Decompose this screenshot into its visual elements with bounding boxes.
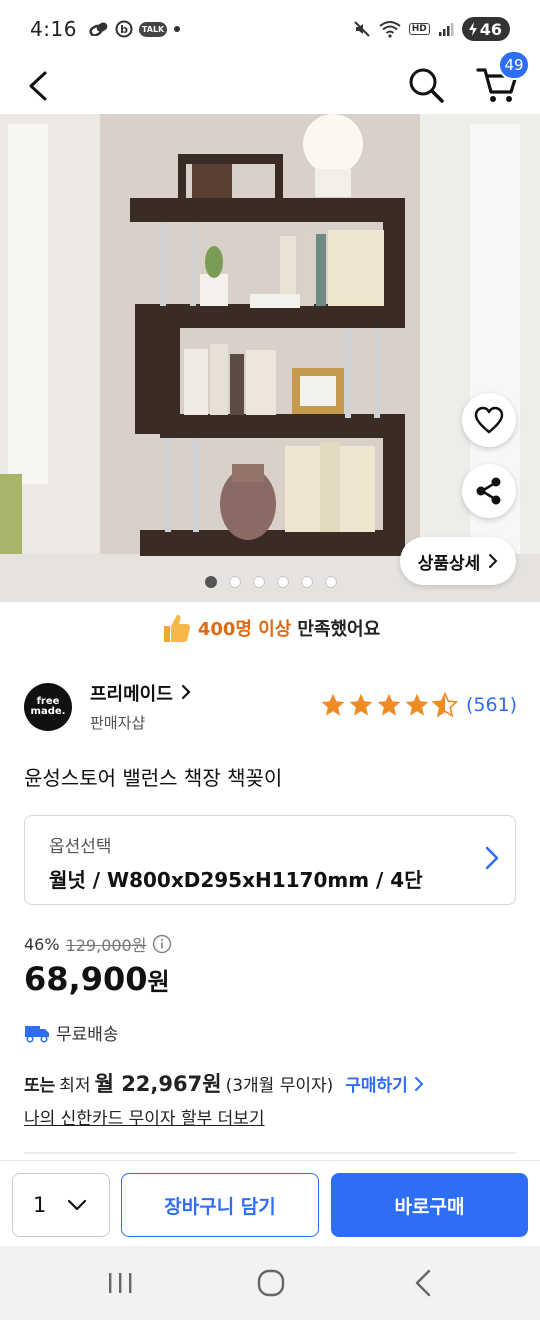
back-button[interactable] [18,64,58,108]
product-detail-label: 상품상세 [417,553,481,574]
back-arrow-icon [29,71,47,101]
heart-icon [474,406,504,434]
divider [24,1152,516,1154]
cart-count-badge: 49 [498,50,530,80]
star-icon [321,693,345,716]
system-back-button[interactable] [403,1268,443,1298]
original-price: 129,000원 [65,936,147,955]
recent-apps-button[interactable] [100,1268,140,1298]
shipping-info: 무료배송 [24,1020,119,1045]
svg-text:b: b [120,23,128,36]
rating-summary[interactable]: (561) [320,692,517,718]
installment-buy-link[interactable]: 구매하기 [345,1071,424,1096]
installment-buy-label: 구매하기 [345,1076,408,1096]
satisfaction-banner: 400명 이상 만족했어요 [0,606,540,650]
info-icon[interactable] [152,934,172,954]
b-app-icon: b [115,20,133,38]
option-value: 월넛 / W800xD295xH1170mm / 4단 [49,868,423,892]
quantity-select[interactable]: 1 [12,1173,110,1237]
seller-logo[interactable]: free made. [24,683,72,731]
pagination-dot[interactable] [229,576,241,588]
review-count[interactable]: (561) [466,694,517,716]
link-icon [89,22,109,36]
chevron-right-icon [489,554,498,568]
pagination-dot[interactable] [301,576,313,588]
recent-apps-icon [109,1273,132,1293]
sale-price: 68,900원 [24,960,170,998]
status-time: 4:16 [30,17,77,41]
seller-type: 판매자샵 [90,714,146,732]
pagination-dot[interactable] [325,576,337,588]
share-icon [476,477,501,505]
chevron-right-icon [414,1077,424,1091]
back-icon [415,1269,431,1297]
installment-monthly: 월 22,967원 [94,1072,222,1096]
option-label: 옵션선택 [49,837,112,857]
thumbs-up-icon [163,614,190,642]
star-icon [377,693,401,716]
chevron-right-icon [485,846,499,870]
search-button[interactable] [404,62,448,106]
discount-row: 46% 129,000원 [24,932,172,956]
wishlist-button[interactable] [462,393,516,447]
installment-or: 또는 [24,1076,56,1096]
product-title: 윤성스토어 밸런스 책장 책꽂이 [24,766,283,790]
star-icon [405,693,429,716]
home-button[interactable] [251,1268,291,1298]
half-star-icon [432,692,458,718]
hd-icon: HD [408,23,430,35]
talk-icon: TALK [138,21,168,37]
status-bar: 4:16 b TALK HD 46 [0,0,540,58]
satisfaction-text: 만족했어요 [297,619,381,640]
sale-price-amount: 68,900 [24,960,148,998]
search-icon [409,68,444,103]
share-button[interactable] [462,464,516,518]
shipping-label: 무료배송 [56,1025,119,1045]
home-icon [257,1269,285,1297]
option-selector[interactable]: 옵션선택 월넛 / W800xD295xH1170mm / 4단 [24,815,516,905]
price-unit: 원 [147,968,170,996]
add-to-cart-button[interactable]: 장바구니 담기 [121,1173,319,1237]
dot-icon [173,25,181,33]
star-icon [349,693,373,716]
seller-name-link[interactable]: 프리메이드 [90,680,191,706]
top-nav [0,58,540,114]
battery-icon: 46 [461,17,510,41]
seller-name: 프리메이드 [90,684,173,705]
seller-logo-text-2: made. [30,706,66,717]
pagination-dot[interactable] [253,576,265,588]
installment-min: 최저 [59,1076,91,1096]
quantity-value: 1 [33,1193,47,1217]
truck-icon [25,1025,49,1043]
pagination-dot[interactable] [277,576,289,588]
installment-info: 또는 최저 월 22,967원 (3개월 무이자) 구매하기 [24,1068,424,1098]
installment-condition: (3개월 무이자) [225,1076,334,1096]
product-photo [0,114,540,602]
product-image[interactable] [0,114,540,602]
chevron-down-icon [67,1199,87,1211]
mute-icon [353,20,371,38]
image-pagination [205,576,337,588]
system-navigation-bar [0,1246,540,1320]
satisfaction-count: 400명 이상 [197,619,292,640]
discount-rate: 46% [24,934,60,954]
buy-now-button[interactable]: 바로구매 [331,1173,528,1237]
battery-level: 46 [479,19,502,39]
product-detail-button[interactable]: 상품상세 [400,537,516,585]
chevron-right-icon [181,684,191,700]
card-installment-link[interactable]: 나의 신한카드 무이자 할부 더보기 [24,1104,265,1129]
signal-icon [438,21,454,37]
pagination-dot[interactable] [205,576,217,588]
purchase-action-bar: 1 장바구니 담기 바로구매 [0,1160,540,1246]
wifi-icon [379,20,401,38]
